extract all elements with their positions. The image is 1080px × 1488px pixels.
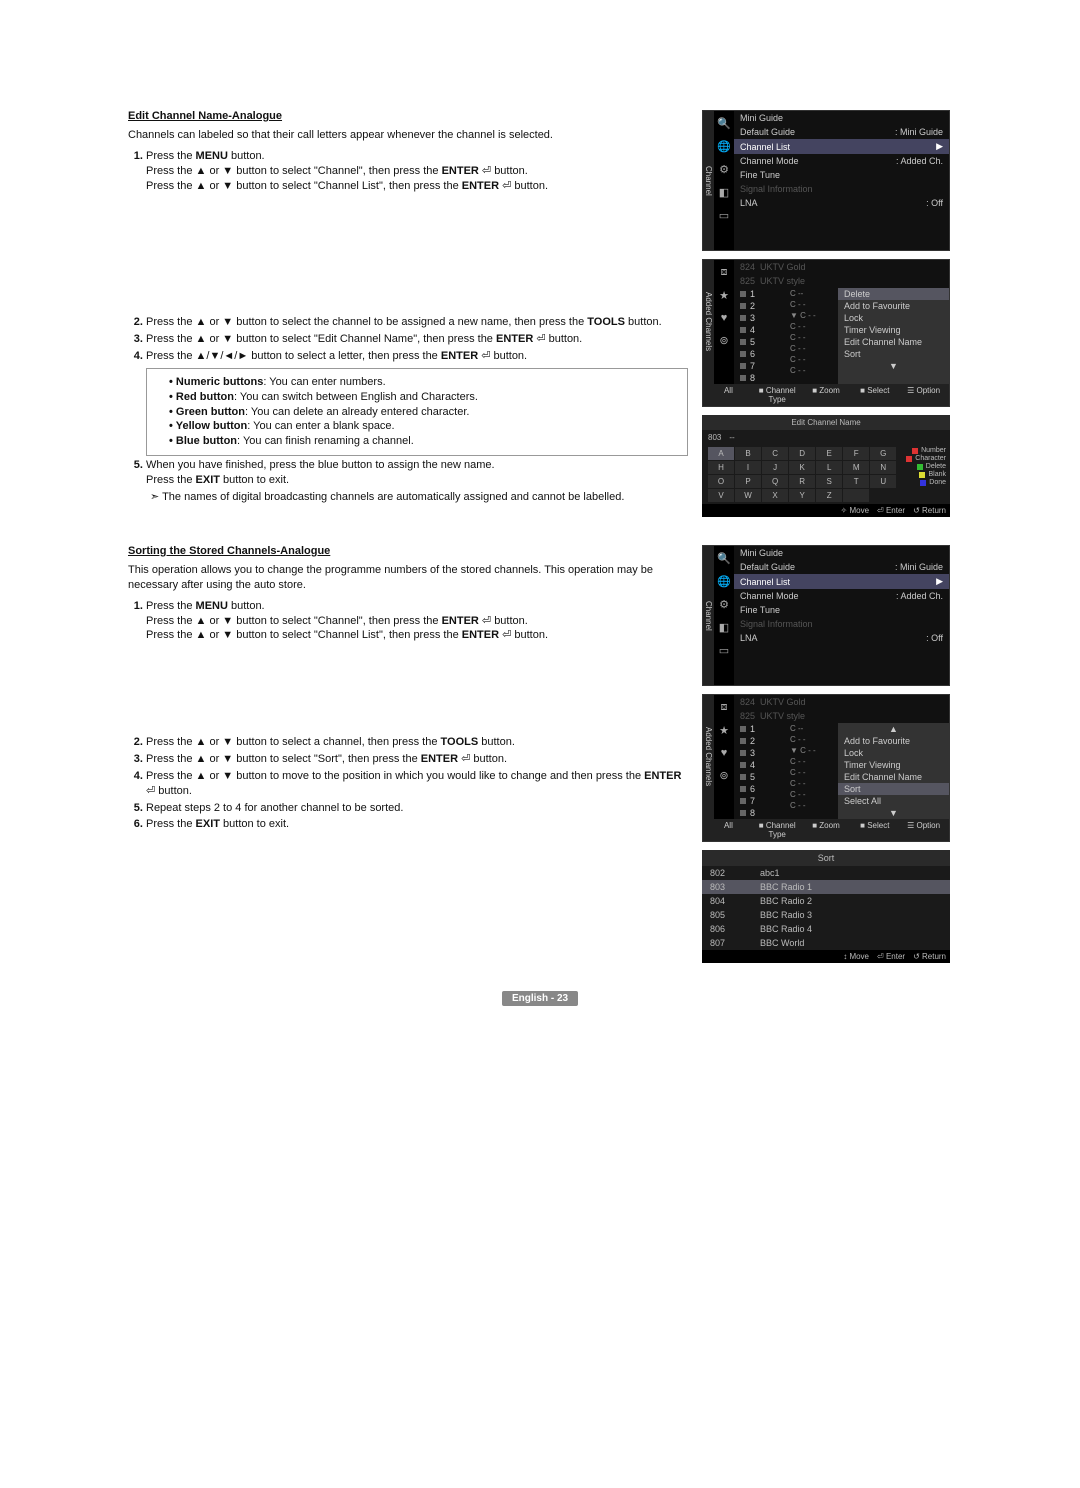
step-5: When you have finished, press the blue b…: [146, 458, 688, 505]
step-2: Press the ▲ or ▼ button to select a chan…: [146, 735, 688, 750]
key-blank: [843, 489, 869, 502]
key-D: D: [789, 447, 815, 460]
step-1: Press the MENU button. Press the ▲ or ▼ …: [146, 149, 688, 314]
added-channels-shot-b: Added Channels ⧈ ★ ♥ ⊚ 824 UKTV Gold 825…: [702, 694, 950, 842]
sort-row: 803BBC Radio 1: [702, 880, 950, 894]
sort-row: 802abc1: [702, 866, 950, 880]
key-R: R: [789, 475, 815, 488]
step-2: Press the ▲ or ▼ button to select the ch…: [146, 315, 688, 330]
sort-row: 806BBC Radio 4: [702, 922, 950, 936]
heart-icon: ♥: [721, 312, 728, 324]
key-A: A: [708, 447, 734, 460]
section-title: Edit Channel Name-Analogue: [128, 110, 688, 122]
gear-icon: ⚙: [719, 598, 729, 611]
key-Z: Z: [816, 489, 842, 502]
step-3: Press the ▲ or ▼ button to select "Edit …: [146, 332, 688, 347]
key-G: G: [870, 447, 896, 460]
mode-icon: ⊚: [719, 334, 728, 347]
star-icon: ★: [719, 724, 729, 737]
sort-row: 804BBC Radio 2: [702, 894, 950, 908]
key-K: K: [789, 461, 815, 474]
magnify-icon: 🔍: [717, 117, 731, 130]
step-3: Press the ▲ or ▼ button to select "Sort"…: [146, 752, 688, 767]
key-U: U: [870, 475, 896, 488]
key-W: W: [735, 489, 761, 502]
section-title: Sorting the Stored Channels-Analogue: [128, 545, 688, 557]
steps-list: Press the MENU button. Press the ▲ or ▼ …: [128, 149, 688, 505]
key-L: L: [816, 461, 842, 474]
all-icon: ⧈: [721, 266, 728, 279]
app-icon: ▭: [719, 209, 729, 222]
key-I: I: [735, 461, 761, 474]
section-sorting-channels: Sorting the Stored Channels-Analogue Thi…: [128, 545, 688, 963]
key-J: J: [762, 461, 788, 474]
key-N: N: [870, 461, 896, 474]
step-1: Press the MENU button. Press the ▲ or ▼ …: [146, 599, 688, 734]
step-4: Press the ▲/▼/◄/► button to select a let…: [146, 349, 688, 456]
key-E: E: [816, 447, 842, 460]
button-legend: Numeric buttons: You can enter numbers. …: [146, 368, 688, 456]
tv-channel-menu-shot-2: Channel 🔍 🌐 ⚙ ◧ ▭ Mini Guide Default Gui…: [702, 545, 950, 686]
sort-panel-shot: Sort 802abc1803BBC Radio 1804BBC Radio 2…: [702, 850, 950, 963]
steps-list-b: Press the MENU button. Press the ▲ or ▼ …: [128, 599, 688, 833]
key-V: V: [708, 489, 734, 502]
key-T: T: [843, 475, 869, 488]
page-footer: English - 23: [128, 993, 952, 1004]
mode-icon: ⊚: [719, 769, 728, 782]
key-B: B: [735, 447, 761, 460]
input-icon: ◧: [719, 186, 729, 199]
globe-icon: 🌐: [717, 140, 731, 153]
sort-row: 807BBC World: [702, 936, 950, 950]
key-C: C: [762, 447, 788, 460]
intro-text: This operation allows you to change the …: [128, 563, 688, 593]
key-Q: Q: [762, 475, 788, 488]
all-icon: ⧈: [721, 701, 728, 714]
note-text: The names of digital broadcasting channe…: [146, 490, 688, 505]
added-channels-shot-a: Added Channels ⧈ ★ ♥ ⊚ 824 UKTV Gold 825…: [702, 259, 950, 407]
step-4: Press the ▲ or ▼ button to move to the p…: [146, 769, 688, 799]
gear-icon: ⚙: [719, 163, 729, 176]
step-6: Press the EXIT button to exit.: [146, 817, 688, 832]
step-5: Repeat steps 2 to 4 for another channel …: [146, 801, 688, 816]
section-edit-channel-name: Edit Channel Name-Analogue Channels can …: [128, 110, 688, 517]
key-O: O: [708, 475, 734, 488]
app-icon: ▭: [719, 644, 729, 657]
key-S: S: [816, 475, 842, 488]
key-Y: Y: [789, 489, 815, 502]
key-H: H: [708, 461, 734, 474]
tv-channel-menu-shot: Channel 🔍 🌐 ⚙ ◧ ▭ Mini Guide Default Gui…: [702, 110, 950, 251]
magnify-icon: 🔍: [717, 552, 731, 565]
globe-icon: 🌐: [717, 575, 731, 588]
input-icon: ◧: [719, 621, 729, 634]
key-P: P: [735, 475, 761, 488]
heart-icon: ♥: [721, 747, 728, 759]
sort-row: 805BBC Radio 3: [702, 908, 950, 922]
intro-text: Channels can labeled so that their call …: [128, 128, 688, 143]
edit-channel-name-shot: Edit Channel Name 803-- ABCDEFGHIJKLMNOP…: [702, 415, 950, 517]
key-F: F: [843, 447, 869, 460]
key-M: M: [843, 461, 869, 474]
star-icon: ★: [719, 289, 729, 302]
key-X: X: [762, 489, 788, 502]
